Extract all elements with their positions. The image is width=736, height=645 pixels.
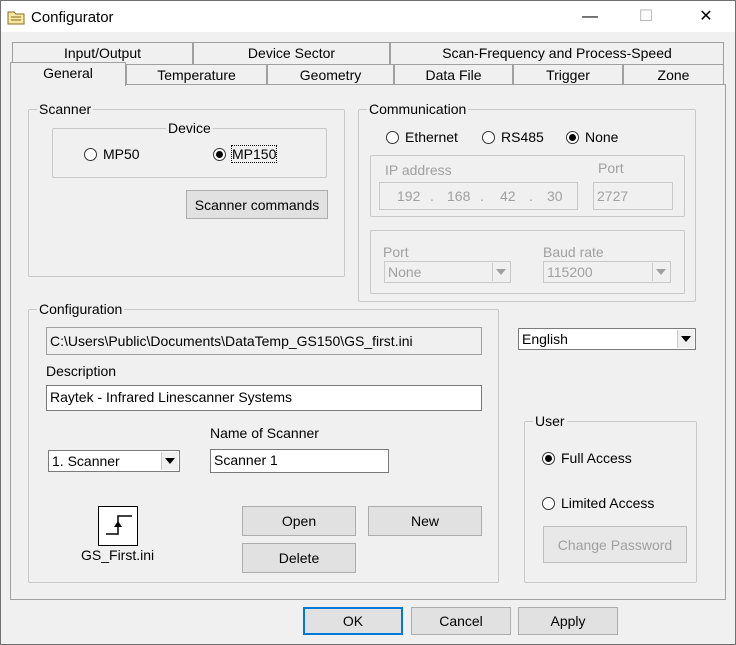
user-group: User Full Access Limited Access Change P… (524, 412, 697, 583)
tab-general[interactable]: General (10, 62, 126, 86)
cancel-button[interactable]: Cancel (411, 607, 511, 635)
ip-dot-3: . (529, 188, 533, 204)
baud-rate-label: Baud rate (543, 244, 604, 260)
maximize-button[interactable]: ☐ (623, 1, 669, 33)
chevron-down-icon[interactable] (652, 263, 669, 281)
open-button[interactable]: Open (242, 506, 356, 536)
configuration-group-label: Configuration (37, 300, 125, 318)
radio-mp150[interactable]: MP150 (213, 145, 278, 163)
tab-temperature[interactable]: Temperature (126, 64, 267, 86)
window-title: Configurator (31, 9, 114, 26)
radio-rs485-dot[interactable] (482, 130, 495, 144)
radio-limited-access-label: Limited Access (561, 495, 655, 511)
serial-port-value: None (388, 264, 422, 280)
close-button[interactable]: ✕ (683, 1, 729, 33)
radio-mp150-label: MP150 (230, 145, 278, 163)
ip-address-field: 192 . 168 . 42 . 30 (379, 182, 578, 210)
radio-ethernet-dot[interactable] (386, 130, 399, 144)
ip-octet-2[interactable]: 168 (447, 186, 470, 206)
radio-none-label: None (585, 129, 619, 145)
communication-group-label: Communication (367, 100, 469, 118)
tab-zone[interactable]: Zone (623, 64, 724, 86)
radio-limited-access[interactable]: Limited Access (542, 495, 654, 511)
tab-scan-frequency[interactable]: Scan-Frequency and Process-Speed (390, 42, 724, 64)
radio-ethernet[interactable]: Ethernet (386, 129, 458, 145)
ip-port-field[interactable]: 2727 (593, 182, 673, 210)
ip-group: IP address Port 192 . 168 . 42 . 30 2727 (370, 155, 685, 217)
scanner-select[interactable]: 1. Scanner (48, 450, 180, 472)
description-label: Description (46, 363, 117, 379)
apply-button[interactable]: Apply (518, 607, 618, 635)
ip-address-label: IP address (385, 162, 452, 178)
title-bar: Configurator — ☐ ✕ (0, 0, 736, 32)
radio-rs485-label: RS485 (501, 129, 544, 145)
ok-button[interactable]: OK (303, 607, 403, 635)
radio-none-dot[interactable] (566, 130, 579, 144)
ip-dot-2: . (480, 188, 484, 204)
radio-ethernet-label: Ethernet (405, 129, 458, 145)
name-of-scanner-label: Name of Scanner (210, 425, 319, 441)
device-group-label: Device (166, 119, 213, 137)
chevron-down-icon[interactable] (492, 263, 509, 281)
radio-limited-access-dot[interactable] (542, 496, 555, 510)
scanner-commands-button[interactable]: Scanner commands (186, 190, 328, 219)
radio-full-access-dot[interactable] (542, 451, 555, 465)
radio-mp50[interactable]: MP50 (84, 146, 140, 162)
new-button[interactable]: New (368, 506, 482, 536)
radio-none[interactable]: None (566, 129, 618, 145)
user-group-label: User (533, 412, 567, 430)
radio-full-access-label: Full Access (561, 450, 632, 466)
ini-file-name: GS_First.ini (81, 547, 155, 563)
radio-mp50-dot[interactable] (84, 147, 97, 161)
chevron-down-icon[interactable] (161, 452, 178, 470)
radio-full-access[interactable]: Full Access (542, 450, 632, 466)
ip-octet-1[interactable]: 192 (397, 186, 420, 206)
tab-input-output[interactable]: Input/Output (12, 42, 193, 64)
scanner-name-input[interactable]: Scanner 1 (210, 449, 389, 473)
scanner-group: Scanner Device MP50 MP150 Scanner comman… (28, 100, 345, 277)
scanner-group-label: Scanner (37, 100, 94, 118)
ip-octet-3[interactable]: 42 (500, 186, 516, 206)
radio-mp150-dot[interactable] (213, 147, 226, 161)
description-input[interactable]: Raytek - Infrared Linescanner Systems (46, 385, 482, 411)
communication-group: Communication Ethernet RS485 None IP add… (358, 100, 696, 302)
language-value: English (522, 331, 568, 347)
scanner-select-value: 1. Scanner (52, 453, 120, 469)
serial-port-select[interactable]: None (384, 261, 511, 283)
tab-device-sector[interactable]: Device Sector (193, 42, 390, 64)
ip-octet-4[interactable]: 30 (547, 186, 563, 206)
config-path-field[interactable]: C:\Users\Public\Documents\DataTemp_GS150… (46, 327, 482, 355)
tab-panel-general: Scanner Device MP50 MP150 Scanner comman… (10, 84, 726, 600)
serial-group: Port Baud rate None 115200 (370, 230, 685, 294)
language-select[interactable]: English (518, 328, 696, 350)
chevron-down-icon[interactable] (677, 330, 694, 348)
radio-rs485[interactable]: RS485 (482, 129, 544, 145)
baud-rate-select[interactable]: 115200 (543, 261, 671, 283)
ini-file-icon[interactable] (98, 506, 138, 546)
change-password-button[interactable]: Change Password (543, 526, 687, 563)
radio-mp50-label: MP50 (103, 146, 140, 162)
device-group: Device MP50 MP150 (52, 119, 327, 178)
tab-trigger[interactable]: Trigger (513, 64, 623, 86)
minimize-button[interactable]: — (567, 1, 613, 33)
folder-icon (7, 11, 25, 25)
serial-port-label: Port (383, 244, 409, 260)
delete-button[interactable]: Delete (242, 543, 356, 573)
baud-rate-value: 115200 (547, 264, 593, 280)
ip-dot-1: . (430, 188, 434, 204)
tab-geometry[interactable]: Geometry (267, 64, 394, 86)
tab-data-file[interactable]: Data File (394, 64, 513, 86)
ip-port-label: Port (598, 160, 624, 176)
configuration-group: Configuration C:\Users\Public\Documents\… (28, 300, 499, 583)
